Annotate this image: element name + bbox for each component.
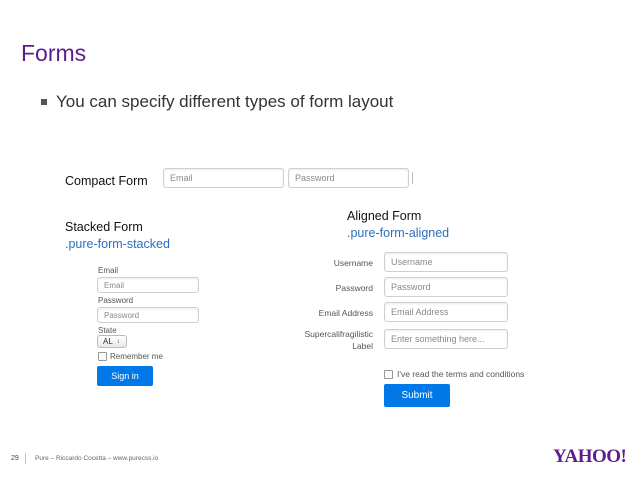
aligned-email-label: Email Address — [318, 308, 373, 318]
terms-label: I've read the terms and conditions — [397, 369, 525, 379]
bullet-text: You can specify different types of form … — [56, 92, 394, 111]
yahoo-logo: YAHOO! — [553, 446, 627, 467]
stacked-form-label: Stacked Form — [65, 220, 143, 234]
bullet-square-icon — [41, 99, 47, 105]
compact-password-input[interactable]: Password — [288, 168, 409, 188]
stacked-email-label: Email — [98, 266, 119, 275]
compact-form-divider — [412, 172, 413, 184]
aligned-username-input[interactable]: Username — [384, 252, 508, 272]
aligned-email-input[interactable]: Email Address — [384, 302, 508, 322]
aligned-super-label: Supercalifragilistic Label — [304, 329, 374, 351]
stacked-password-input[interactable]: Password — [97, 307, 199, 323]
remember-label: Remember me — [110, 352, 163, 361]
stacked-remember-row: Remember me — [98, 352, 163, 361]
remember-checkbox[interactable] — [98, 352, 107, 361]
page-number: 29 — [11, 455, 19, 462]
terms-row: I've read the terms and conditions — [384, 369, 524, 379]
stacked-form-class: .pure-form-stacked — [65, 237, 170, 251]
bullet-item: You can specify different types of form … — [41, 92, 393, 112]
footer-text: Pure – Riccardo Cocetta – www.purecss.io — [35, 455, 159, 462]
slide-title: Forms — [21, 40, 87, 66]
aligned-username-label: Username — [333, 258, 373, 268]
stacked-state-select[interactable]: AL ↕ — [97, 335, 127, 348]
aligned-form-class: .pure-form-aligned — [347, 226, 450, 240]
stacked-password-label: Password — [98, 296, 134, 305]
aligned-password-input[interactable]: Password — [384, 277, 508, 297]
stacked-state-label: State — [98, 326, 117, 335]
footer-divider — [25, 453, 26, 464]
aligned-password-label: Password — [335, 283, 373, 293]
stacked-email-input[interactable]: Email — [97, 277, 199, 293]
compact-form-label: Compact Form — [65, 174, 148, 188]
terms-checkbox[interactable] — [384, 369, 393, 379]
sign-in-button[interactable]: Sign in — [97, 366, 153, 386]
aligned-super-input[interactable]: Enter something here... — [384, 329, 508, 349]
select-arrows-icon: ↕ — [116, 338, 120, 345]
aligned-form-label: Aligned Form — [347, 209, 422, 223]
compact-email-input[interactable]: Email — [163, 168, 284, 188]
submit-button[interactable]: Submit — [384, 384, 450, 407]
